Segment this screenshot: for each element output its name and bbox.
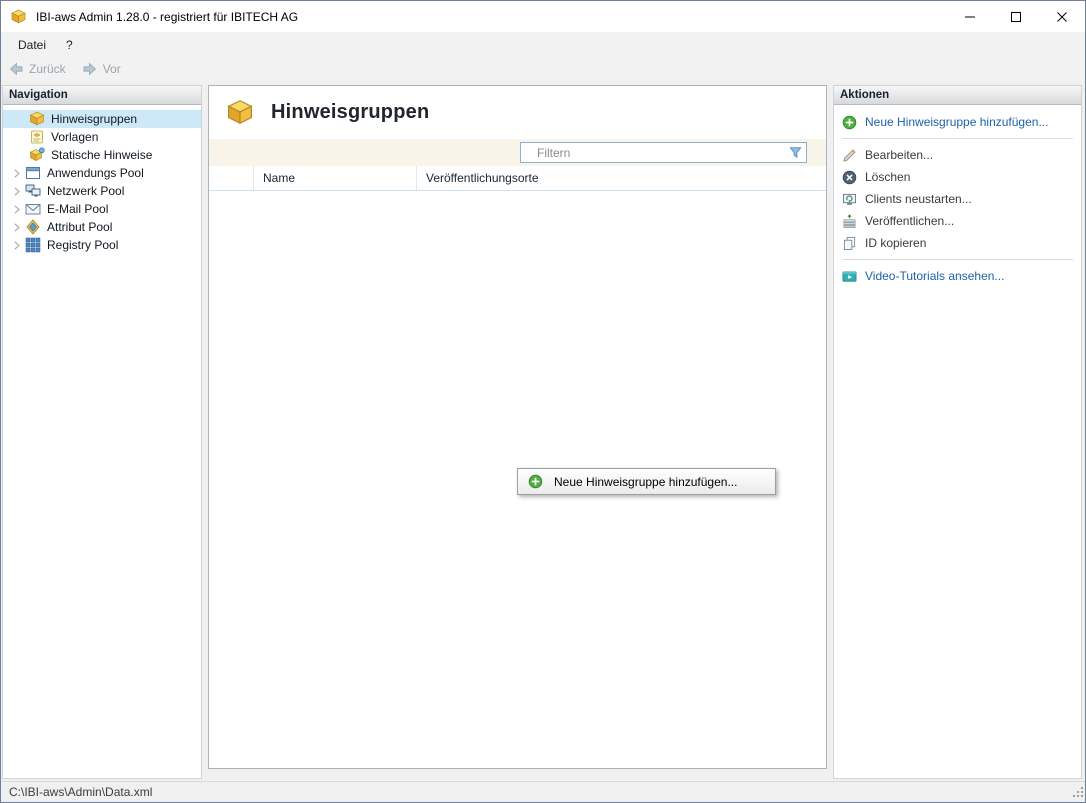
action-label: Neue Hinweisgruppe hinzufügen... (865, 115, 1048, 129)
nav-item-hinweisgruppen[interactable]: Hinweisgruppen (3, 110, 201, 128)
attribut-pool-icon (25, 219, 41, 235)
filter-box (520, 142, 807, 163)
popup-button-label: Neue Hinweisgruppe hinzufügen... (554, 475, 737, 489)
action-loeschen[interactable]: Löschen (842, 166, 1073, 188)
maximize-icon (1011, 12, 1021, 22)
nav-item-label: Vorlagen (51, 130, 98, 144)
nav-item-label: Registry Pool (47, 238, 118, 252)
separator (842, 259, 1073, 260)
anwendungs-pool-icon (25, 165, 41, 181)
back-label: Zurück (29, 62, 66, 76)
action-id-kopieren[interactable]: ID kopieren (842, 232, 1073, 254)
nav-item-netzwerk-pool[interactable]: Netzwerk Pool (3, 182, 201, 200)
app-window: IBI-aws Admin 1.28.0 - registriert für I… (0, 0, 1086, 803)
restart-icon (842, 192, 857, 207)
window-title: IBI-aws Admin 1.28.0 - registriert für I… (36, 10, 298, 24)
back-button[interactable]: Zurück (8, 61, 66, 77)
add-icon (842, 115, 857, 130)
nav-item-label: Attribut Pool (47, 220, 112, 234)
expand-chevron-icon[interactable] (10, 203, 23, 216)
actions-panel: Aktionen Neue Hinweisgruppe hinzufügen..… (833, 85, 1082, 779)
forward-button[interactable]: Vor (82, 61, 121, 77)
nav-item-label: Statische Hinweise (51, 148, 152, 162)
nav-item-email-pool[interactable]: E-Mail Pool (3, 200, 201, 218)
action-label: Clients neustarten... (865, 192, 972, 206)
expand-chevron-icon[interactable] (10, 185, 23, 198)
navigation-panel: Navigation Hinweisgruppen (2, 85, 202, 779)
registry-pool-icon (25, 237, 41, 253)
menu-datei[interactable]: Datei (8, 34, 56, 56)
app-icon (10, 9, 27, 25)
workspace: Navigation Hinweisgruppen (1, 81, 1085, 781)
statusbar: C:\IBI-aws\Admin\Data.xml (1, 781, 1085, 802)
resize-grip-icon[interactable] (1071, 785, 1084, 801)
action-label: Bearbeiten... (865, 148, 933, 162)
filter-icon[interactable] (788, 145, 803, 160)
filter-input[interactable] (520, 142, 807, 163)
new-hinweisgruppe-popup-button[interactable]: Neue Hinweisgruppe hinzufügen... (517, 468, 776, 495)
publish-icon (842, 214, 857, 229)
action-veroeffentlichen[interactable]: Veröffentlichen... (842, 210, 1073, 232)
menu-help[interactable]: ? (56, 34, 83, 56)
expand-chevron-icon[interactable] (10, 221, 23, 234)
copy-icon (842, 236, 857, 251)
nav-item-statische-hinweise[interactable]: Statische Hinweise (3, 146, 201, 164)
statusbar-data-path: C:\IBI-aws\Admin\Data.xml (9, 785, 152, 799)
hinweisgruppen-icon (29, 111, 45, 127)
action-label: Löschen (865, 170, 910, 184)
nav-item-registry-pool[interactable]: Registry Pool (3, 236, 201, 254)
toolbar: Zurück Vor (1, 57, 1085, 81)
page-title: Hinweisgruppen (271, 101, 429, 124)
column-header-veroeffentlichungsorte[interactable]: Veröffentlichungsorte (417, 166, 826, 190)
actions-header: Aktionen (834, 86, 1081, 105)
main-panel: Hinweisgruppen Name Veröffentlichungsort… (208, 85, 827, 769)
titlebar: IBI-aws Admin 1.28.0 - registriert für I… (1, 1, 1085, 32)
close-icon (1057, 12, 1067, 22)
delete-icon (842, 170, 857, 185)
edit-icon (842, 148, 857, 163)
separator (842, 138, 1073, 139)
action-bearbeiten[interactable]: Bearbeiten... (842, 144, 1073, 166)
window-controls (947, 1, 1085, 32)
back-arrow-icon (8, 61, 24, 77)
navigation-list: Hinweisgruppen Vorlagen (3, 105, 201, 254)
nav-item-label: Hinweisgruppen (51, 112, 137, 126)
video-icon (842, 269, 857, 284)
nav-item-label: Anwendungs Pool (47, 166, 144, 180)
forward-label: Vor (103, 62, 121, 76)
add-icon (528, 474, 543, 489)
action-label: Veröffentlichen... (865, 214, 954, 228)
column-header-name[interactable]: Name (254, 166, 417, 190)
action-label: ID kopieren (865, 236, 926, 250)
filter-bar (209, 139, 826, 166)
close-button[interactable] (1039, 1, 1085, 32)
minimize-button[interactable] (947, 1, 993, 32)
action-label: Video-Tutorials ansehen... (865, 269, 1004, 283)
vorlagen-icon (29, 129, 45, 145)
nav-item-attribut-pool[interactable]: Attribut Pool (3, 218, 201, 236)
minimize-icon (965, 12, 975, 22)
expand-chevron-icon[interactable] (10, 239, 23, 252)
menubar: Datei ? (1, 32, 1085, 57)
actions-list: Neue Hinweisgruppe hinzufügen... Bearbei… (834, 105, 1081, 287)
maximize-button[interactable] (993, 1, 1039, 32)
hinweisgruppen-header-icon (224, 99, 256, 127)
action-video-tutorials[interactable]: Video-Tutorials ansehen... (842, 265, 1073, 287)
expand-chevron-icon[interactable] (10, 167, 23, 180)
email-pool-icon (25, 201, 41, 217)
statische-hinweise-icon (29, 147, 45, 163)
column-header-spacer (209, 166, 254, 190)
table-header: Name Veröffentlichungsorte (209, 166, 826, 191)
nav-item-label: Netzwerk Pool (47, 184, 124, 198)
action-new-hinweisgruppe[interactable]: Neue Hinweisgruppe hinzufügen... (842, 111, 1073, 133)
action-clients-neustarten[interactable]: Clients neustarten... (842, 188, 1073, 210)
navigation-header: Navigation (3, 86, 201, 105)
nav-item-vorlagen[interactable]: Vorlagen (3, 128, 201, 146)
forward-arrow-icon (82, 61, 98, 77)
nav-item-label: E-Mail Pool (47, 202, 108, 216)
main-header: Hinweisgruppen (209, 86, 826, 139)
netzwerk-pool-icon (25, 183, 41, 199)
nav-item-anwendungs-pool[interactable]: Anwendungs Pool (3, 164, 201, 182)
